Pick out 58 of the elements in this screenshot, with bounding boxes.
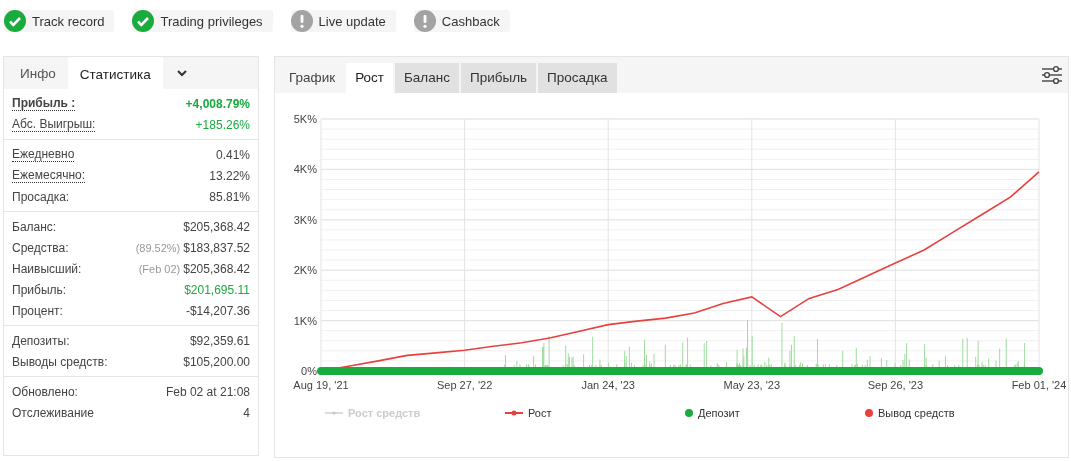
stat-value: 85.81% <box>209 189 250 204</box>
stat-label: Отслеживание <box>12 405 94 420</box>
stat-label: Ежедневно <box>12 147 75 162</box>
x-axis-label: Jan 24, '23 <box>581 379 635 391</box>
y-axis-label: 3K% <box>293 213 317 226</box>
stat-label: Средства: <box>12 240 69 255</box>
legend-item[interactable]: Депозит <box>685 407 865 419</box>
caret-icon[interactable] <box>176 69 187 77</box>
settings-icon[interactable] <box>1041 65 1063 85</box>
x-axis-label: Sep 27, '22 <box>436 379 493 391</box>
stat-value: +185.26% <box>195 117 250 132</box>
stat-label: Выводы средств: <box>12 354 108 369</box>
stat-label: Депозиты: <box>12 333 70 348</box>
stat-label: Просадка: <box>12 189 70 204</box>
stat-label: Абс. Выигрыш: <box>12 117 96 132</box>
stat-value: 4 <box>243 405 250 420</box>
chart-tab[interactable]: Баланс <box>395 62 459 93</box>
y-axis-label: 1K% <box>293 314 317 327</box>
chart-tab[interactable]: Рост <box>346 62 393 93</box>
stat-value: +4,008.79% <box>185 96 250 111</box>
panel-tab[interactable]: Статистика <box>67 57 163 89</box>
legend-item[interactable]: Вывод средств <box>865 407 1045 419</box>
badge-label: Cashback <box>441 13 500 29</box>
chart-tab[interactable]: Прибыль <box>460 62 537 93</box>
stat-label: Ежемесячно: <box>12 168 85 183</box>
stat-value: $205,368.42 <box>183 261 250 276</box>
x-axis-label: Aug 19, '21 <box>293 379 349 391</box>
stat-label: Прибыль: <box>12 282 67 297</box>
x-axis-label: Sep 26, '23 <box>867 379 924 391</box>
stat-value: $105,200.00 <box>183 354 250 369</box>
y-axis-label: 5K% <box>293 113 317 125</box>
y-axis-label: 2K% <box>293 264 317 277</box>
stat-value: 13.22% <box>209 168 250 183</box>
stat-label: Наивысший: <box>12 261 82 276</box>
panel-tab[interactable]: Инфо <box>8 57 68 89</box>
x-axis-label: Feb 01, '24 <box>1011 379 1067 391</box>
stat-value: -$14,207.36 <box>185 303 250 318</box>
stat-note: (Feb 02) <box>138 262 181 276</box>
stat-label: Баланс: <box>12 219 57 234</box>
badge-label: Trading privileges <box>160 13 263 29</box>
stat-value: $92,359.61 <box>189 333 250 348</box>
stat-label: Обновлено: <box>12 384 78 399</box>
stat-value: $205,368.42 <box>183 219 250 234</box>
legend-item[interactable]: Рост <box>505 407 685 419</box>
stat-note: (89.52%) <box>135 241 181 255</box>
y-axis-label: 0% <box>301 365 317 377</box>
y-axis-label: 4K% <box>293 163 317 176</box>
stat-value: Feb 02 at 21:08 <box>165 384 250 399</box>
stat-value: $201,695.11 <box>184 282 250 297</box>
chart-tab[interactable]: Просадка <box>538 62 617 93</box>
badge-label: Live update <box>318 13 386 29</box>
badge-label: Track record <box>32 13 105 29</box>
stat-label: Прибыль : <box>12 96 76 111</box>
stat-value: $183,837.52 <box>183 240 250 255</box>
chart-tab[interactable]: График <box>280 62 345 93</box>
stat-label: Процент: <box>12 303 63 318</box>
stat-value: 0.41% <box>215 147 250 162</box>
x-axis-label: May 23, '23 <box>723 379 781 391</box>
